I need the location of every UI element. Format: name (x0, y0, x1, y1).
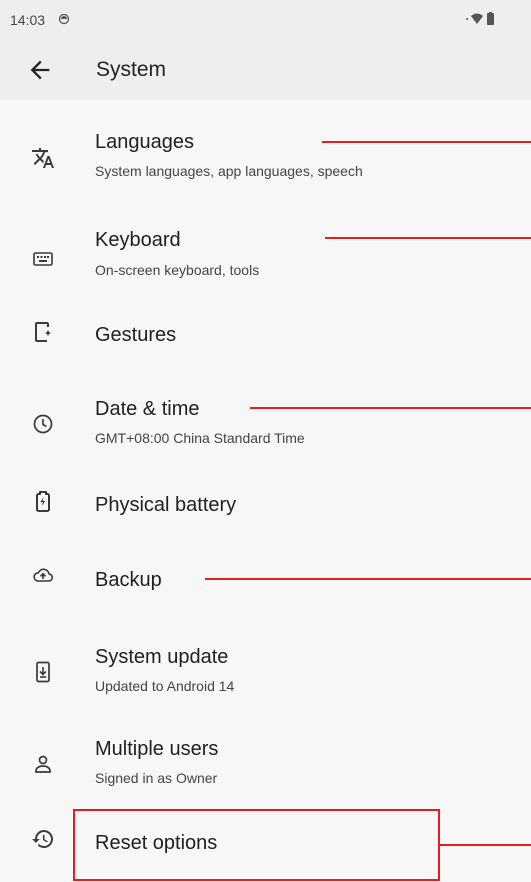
annotation-line-backup (205, 578, 531, 580)
cloud-backup-icon (30, 562, 56, 588)
battery-icon (30, 488, 56, 514)
person-icon (30, 751, 56, 777)
item-title: Gestures (95, 324, 177, 346)
list-item-languages[interactable]: Languages System languages, app language… (0, 100, 531, 202)
item-title: Physical battery (95, 494, 237, 516)
annotation-box-reset-options (73, 809, 440, 881)
app-bar: System (0, 40, 531, 100)
item-title: Languages (95, 131, 194, 153)
system-update-icon (30, 659, 56, 685)
back-button[interactable] (26, 56, 54, 84)
list-item-keyboard[interactable]: Keyboard On-screen keyboard, tools (0, 202, 531, 299)
annotation-line-date-time (250, 407, 531, 409)
annotation-line-reset-options (440, 844, 531, 846)
annotation-line-languages (322, 141, 531, 143)
item-subtitle: System languages, app languages, speech (95, 163, 363, 179)
status-bar: 14:03 (0, 0, 531, 40)
list-item-multiple-users[interactable]: Multiple users Signed in as Owner (0, 714, 531, 812)
item-title: Date & time (95, 398, 200, 420)
wifi-battery-icon (466, 12, 494, 25)
item-title: Backup (95, 569, 162, 591)
item-subtitle: Updated to Android 14 (95, 678, 235, 694)
settings-list: Languages System languages, app language… (0, 100, 531, 882)
list-item-physical-battery[interactable]: Physical battery (0, 472, 531, 544)
page-title: System (96, 58, 167, 81)
list-item-date-time[interactable]: Date & time GMT+08:00 China Standard Tim… (0, 370, 531, 472)
item-title: Keyboard (95, 229, 181, 251)
status-icons (465, 11, 497, 30)
item-subtitle: GMT+08:00 China Standard Time (95, 430, 305, 446)
sync-circle-icon (58, 12, 70, 28)
annotation-line-keyboard (325, 237, 531, 239)
list-item-gestures[interactable]: Gestures (0, 299, 531, 370)
translate-icon (30, 145, 56, 171)
keyboard-icon (30, 246, 56, 272)
clock-icon (30, 411, 56, 437)
history-icon (30, 826, 56, 852)
gestures-phone-icon (30, 319, 56, 345)
item-subtitle: Signed in as Owner (95, 770, 218, 786)
status-time: 14:03 (10, 12, 46, 28)
item-title: System update (95, 646, 229, 668)
list-item-system-update[interactable]: System update Updated to Android 14 (0, 615, 531, 714)
arrow-back-icon (30, 60, 50, 80)
item-subtitle: On-screen keyboard, tools (95, 262, 260, 278)
item-title: Multiple users (95, 738, 219, 760)
